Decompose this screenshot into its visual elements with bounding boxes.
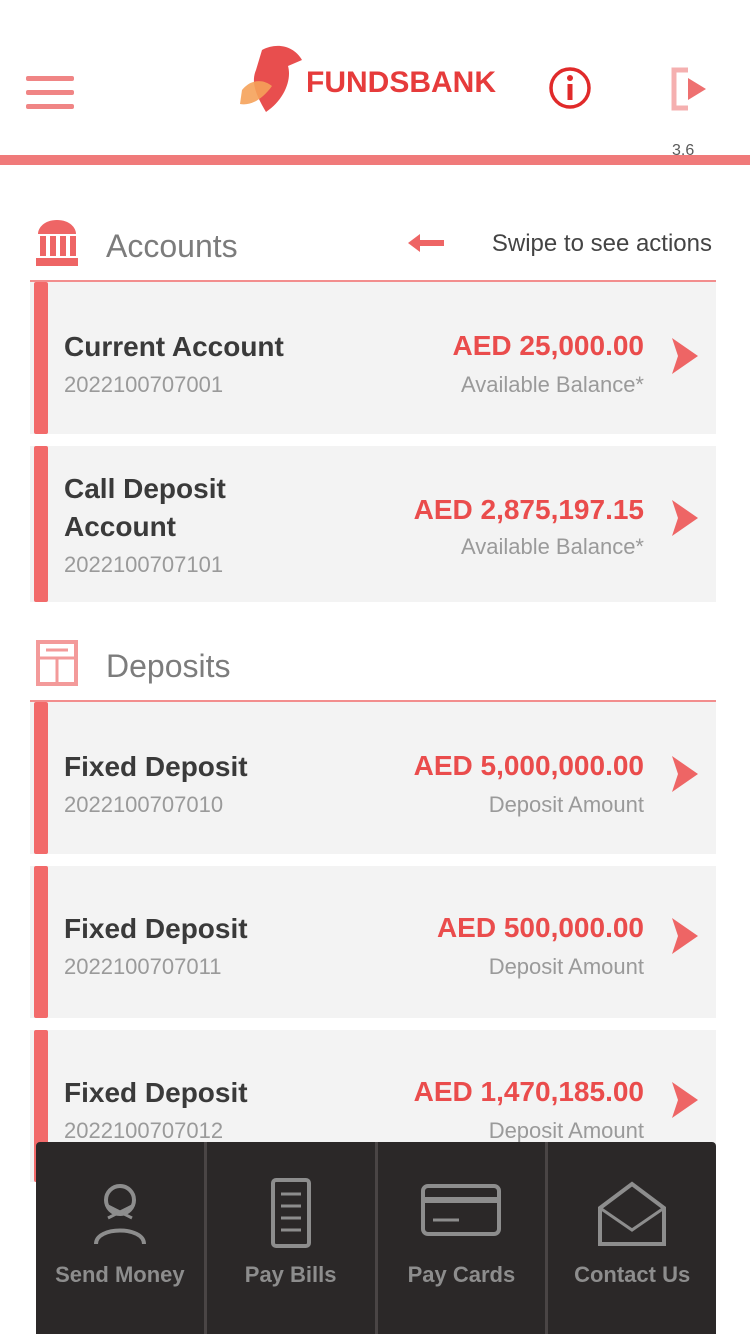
chevron-right-icon[interactable] [668,498,702,538]
swipe-arrow-icon [406,232,446,254]
deposit-title: Fixed Deposit [64,913,248,944]
deposit-number: 2022100707010 [64,792,224,817]
pay-cards-button[interactable]: Pay Cards [378,1142,549,1334]
deposit-box-icon [34,638,80,688]
logout-icon[interactable] [666,64,716,114]
account-card-call-deposit[interactable]: Call Deposit Account 2022100707101 AED 2… [30,446,716,602]
deposit-title: Fixed Deposit [64,751,248,782]
deposit-amount-label: Deposit Amount [488,792,644,817]
card-stripe [34,446,48,602]
pay-cards-icon [419,1178,503,1250]
pay-cards-label: Pay Cards [407,1262,516,1287]
accounts-section-header: Accounts Swipe to see actions [30,218,716,284]
card-stripe [34,866,48,1018]
hamburger-menu-icon[interactable] [26,76,74,110]
contact-us-label: Contact Us [574,1262,691,1287]
deposit-amount: AED 500,000.00 [436,912,644,943]
swipe-hint: Swipe to see actions [491,230,712,257]
header-divider [0,155,750,165]
info-icon[interactable] [548,66,592,110]
chevron-right-icon[interactable] [668,916,702,956]
bank-logo: FUNDSBANK [232,40,512,124]
account-title: Call Deposit Account [64,473,226,542]
app-header: FUNDSBANK 3.6 [0,0,750,165]
logo-wordmark: FUNDSBANK [306,66,496,99]
deposit-title: Fixed Deposit [64,1077,248,1108]
deposit-amount: AED 1,470,185.00 [413,1076,644,1107]
balance-label: Available Balance* [460,534,644,559]
send-money-button[interactable]: Send Money [36,1142,207,1334]
balance-label: Available Balance* [460,372,644,397]
contact-us-button[interactable]: Contact Us [548,1142,716,1334]
quick-actions-bar: Send Money Pay Bills Pay Cards Contact U… [36,1142,716,1334]
contact-us-icon [594,1178,670,1250]
account-title: Current Account [64,331,284,362]
chevron-right-icon[interactable] [668,754,702,794]
deposits-title: Deposits [106,648,231,684]
pay-bills-label: Pay Bills [244,1262,337,1287]
pay-bills-button[interactable]: Pay Bills [207,1142,378,1334]
account-number: 2022100707101 [64,552,224,577]
account-balance: AED 25,000.00 [452,330,644,361]
bank-building-icon [34,218,80,268]
chevron-right-icon[interactable] [668,336,702,376]
deposit-number: 2022100707012 [64,1118,224,1143]
deposit-amount-label: Deposit Amount [488,1118,644,1143]
deposit-card-1[interactable]: Fixed Deposit 2022100707010 AED 5,000,00… [30,702,716,854]
deposit-card-2[interactable]: Fixed Deposit 2022100707011 AED 500,000.… [30,866,716,1018]
send-money-icon [82,1178,158,1250]
account-number: 2022100707001 [64,372,224,397]
deposit-amount-label: Deposit Amount [488,954,644,979]
card-stripe [34,282,48,434]
chevron-right-icon[interactable] [668,1080,702,1120]
deposit-amount: AED 5,000,000.00 [413,750,644,781]
deposit-number: 2022100707011 [64,954,222,979]
account-balance: AED 2,875,197.15 [413,494,644,525]
account-card-current[interactable]: Current Account 2022100707001 AED 25,000… [30,282,716,434]
pay-bills-icon [253,1178,329,1250]
accounts-title: Accounts [106,228,238,264]
deposits-section-header: Deposits [30,638,716,704]
card-stripe [34,702,48,854]
send-money-label: Send Money [55,1262,185,1287]
